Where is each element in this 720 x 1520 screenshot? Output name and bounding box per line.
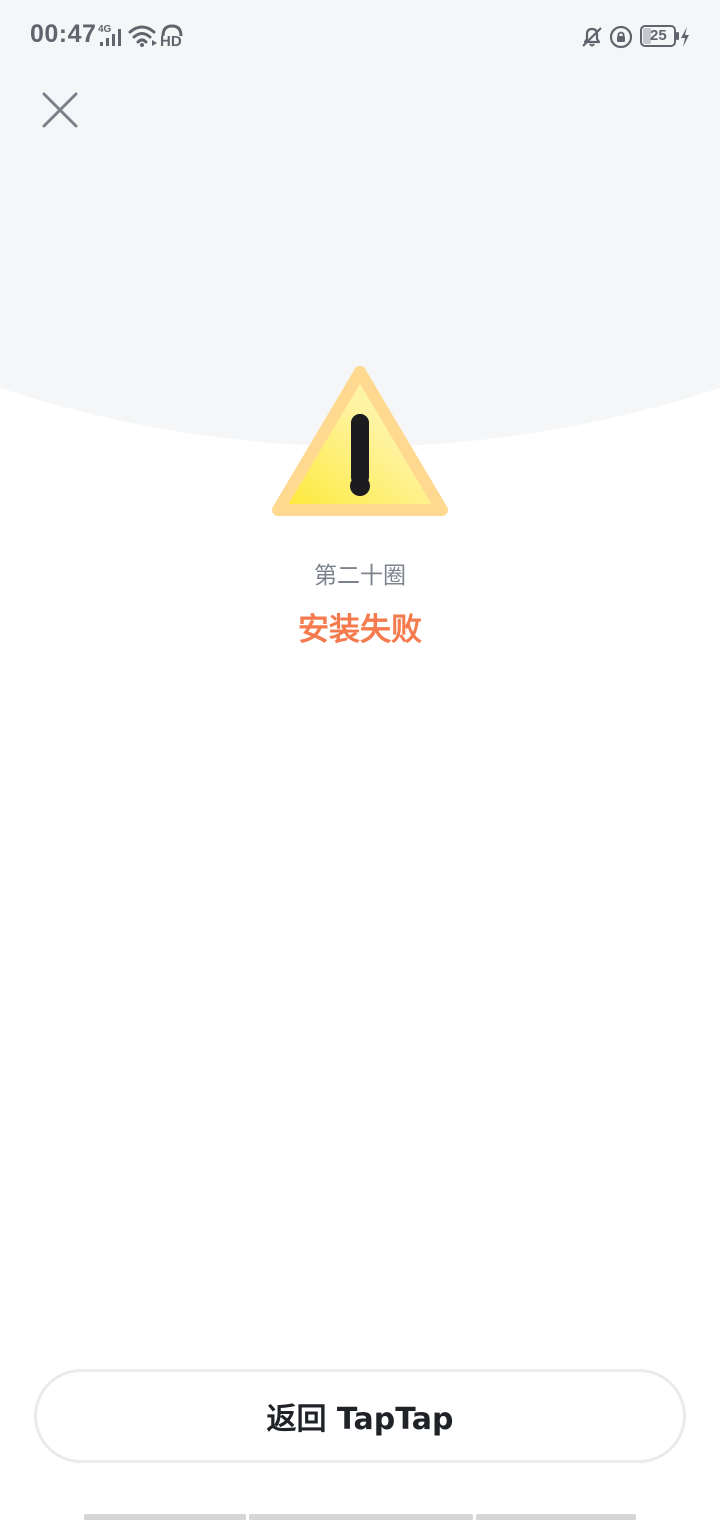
close-button[interactable]	[36, 86, 84, 134]
status-time: 00:47	[30, 20, 97, 48]
wifi-icon	[128, 25, 157, 47]
signal-icon	[100, 29, 121, 46]
close-icon	[42, 92, 78, 128]
rotation-lock-icon	[609, 25, 633, 49]
nav-segment-left[interactable]	[84, 1514, 246, 1520]
status-bar: 00:47 4G HD 25	[0, 0, 720, 72]
return-button-label: 返回 TapTap	[266, 1402, 454, 1437]
return-taptap-button[interactable]: 返回 TapTap	[34, 1369, 686, 1463]
charging-icon	[681, 27, 689, 47]
warning-icon-container	[270, 362, 450, 524]
battery-level: 25	[650, 27, 667, 44]
nav-segment-center[interactable]	[249, 1514, 473, 1520]
hd-label: HD	[160, 33, 182, 50]
nav-segment-right[interactable]	[476, 1514, 636, 1520]
navigation-gesture-bar[interactable]	[84, 1514, 636, 1520]
mute-bell-icon	[582, 27, 602, 47]
app-name: 第二十圈	[314, 563, 406, 589]
install-status-text: 安装失败	[298, 612, 422, 648]
warning-icon	[272, 366, 448, 516]
